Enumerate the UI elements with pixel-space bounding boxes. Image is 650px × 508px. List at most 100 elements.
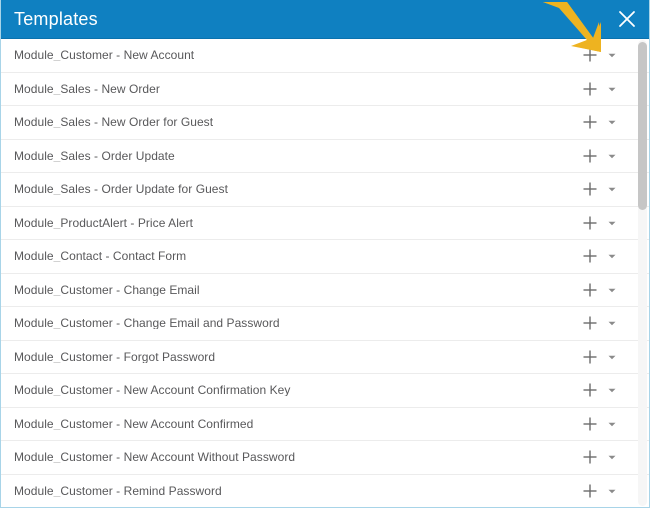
- add-button-row-11[interactable]: [579, 379, 601, 401]
- template-list-row-11[interactable]: Module_Customer - New Account Confirmati…: [1, 374, 649, 408]
- menu-button-row-8[interactable]: [601, 279, 623, 301]
- menu-button-row-14[interactable]: [601, 480, 623, 502]
- template-list-row-6[interactable]: Module_ProductAlert - Price Alert: [1, 206, 649, 240]
- menu-button-row-3[interactable]: [601, 111, 623, 133]
- menu-button-row-9[interactable]: [601, 312, 623, 334]
- row-actions: [579, 480, 623, 502]
- row-actions: [579, 145, 623, 167]
- plus-icon: [582, 81, 598, 97]
- chevron-down-icon: [607, 117, 617, 127]
- templates-dialog: Templates Module_Customer - New Account: [0, 0, 650, 508]
- plus-icon: [582, 483, 598, 499]
- template-list-row-5[interactable]: Module_Sales - Order Update for Guest: [1, 173, 649, 207]
- chevron-down-icon: [607, 285, 617, 295]
- template-name-label: Module_Customer - Change Email: [14, 283, 200, 296]
- plus-icon: [582, 315, 598, 331]
- add-button-row-4[interactable]: [579, 145, 601, 167]
- template-name-label: Module_Customer - New Account Confirmati…: [14, 384, 291, 397]
- plus-icon: [582, 148, 598, 164]
- template-name-label: Module_Sales - New Order: [14, 82, 160, 95]
- template-list-row-9[interactable]: Module_Customer - Change Email and Passw…: [1, 307, 649, 341]
- chevron-down-icon: [607, 486, 617, 496]
- plus-icon: [582, 47, 598, 63]
- plus-icon: [582, 449, 598, 465]
- template-list-row-2[interactable]: Module_Sales - New Order: [1, 72, 649, 106]
- plus-icon: [582, 114, 598, 130]
- template-name-label: Module_Sales - New Order for Guest: [14, 116, 214, 129]
- row-actions: [579, 178, 623, 200]
- chevron-down-icon: [607, 385, 617, 395]
- template-name-label: Module_Customer - New Account Without Pa…: [14, 451, 296, 464]
- chevron-down-icon: [607, 184, 617, 194]
- chevron-down-icon: [607, 251, 617, 261]
- menu-button-row-13[interactable]: [601, 446, 623, 468]
- add-button-row-6[interactable]: [579, 212, 601, 234]
- add-button-row-12[interactable]: [579, 413, 601, 435]
- template-list-row-4[interactable]: Module_Sales - Order Update: [1, 139, 649, 173]
- plus-icon: [582, 382, 598, 398]
- chevron-down-icon: [607, 151, 617, 161]
- add-button-row-5[interactable]: [579, 178, 601, 200]
- menu-button-row-5[interactable]: [601, 178, 623, 200]
- list-scrollbar-track[interactable]: [638, 40, 647, 506]
- add-button-row-2[interactable]: [579, 78, 601, 100]
- chevron-down-icon: [607, 318, 617, 328]
- add-button-row-14[interactable]: [579, 480, 601, 502]
- row-actions: [579, 279, 623, 301]
- menu-button-row-2[interactable]: [601, 78, 623, 100]
- template-list-row-8[interactable]: Module_Customer - Change Email: [1, 273, 649, 307]
- row-actions: [579, 78, 623, 100]
- row-actions: [579, 446, 623, 468]
- row-actions: [579, 44, 623, 66]
- template-name-label: Module_Sales - Order Update: [14, 149, 175, 162]
- template-list[interactable]: Module_Customer - New Account Module_Sal…: [1, 39, 649, 507]
- template-list-row-3[interactable]: Module_Sales - New Order for Guest: [1, 106, 649, 140]
- template-name-label: Module_Customer - Forgot Password: [14, 350, 216, 363]
- template-name-label: Module_Customer - Remind Password: [14, 484, 222, 497]
- row-actions: [579, 111, 623, 133]
- template-list-row-13[interactable]: Module_Customer - New Account Without Pa…: [1, 441, 649, 475]
- chevron-down-icon: [607, 50, 617, 60]
- template-name-label: Module_Customer - New Account: [14, 49, 195, 62]
- template-list-row-1[interactable]: Module_Customer - New Account: [1, 39, 649, 73]
- template-name-label: Module_ProductAlert - Price Alert: [14, 216, 194, 229]
- chevron-down-icon: [607, 218, 617, 228]
- template-list-row-7[interactable]: Module_Contact - Contact Form: [1, 240, 649, 274]
- add-button-row-3[interactable]: [579, 111, 601, 133]
- template-name-label: Module_Customer - Change Email and Passw…: [14, 317, 280, 330]
- menu-button-row-12[interactable]: [601, 413, 623, 435]
- template-list-row-10[interactable]: Module_Customer - Forgot Password: [1, 340, 649, 374]
- add-button-row-10[interactable]: [579, 346, 601, 368]
- chevron-down-icon: [607, 84, 617, 94]
- template-list-row-14[interactable]: Module_Customer - Remind Password: [1, 474, 649, 507]
- template-name-label: Module_Sales - Order Update for Guest: [14, 183, 228, 196]
- add-button-row-7[interactable]: [579, 245, 601, 267]
- row-actions: [579, 346, 623, 368]
- close-button[interactable]: [608, 0, 646, 38]
- chevron-down-icon: [607, 352, 617, 362]
- row-actions: [579, 379, 623, 401]
- list-scrollbar-thumb[interactable]: [638, 42, 647, 210]
- plus-icon: [582, 416, 598, 432]
- menu-button-row-4[interactable]: [601, 145, 623, 167]
- row-actions: [579, 212, 623, 234]
- menu-button-row-11[interactable]: [601, 379, 623, 401]
- add-button-row-13[interactable]: [579, 446, 601, 468]
- dialog-header: Templates: [1, 0, 649, 39]
- row-actions: [579, 413, 623, 435]
- add-button-row-9[interactable]: [579, 312, 601, 334]
- menu-button-row-6[interactable]: [601, 212, 623, 234]
- row-actions: [579, 312, 623, 334]
- add-button-row-8[interactable]: [579, 279, 601, 301]
- chevron-down-icon: [607, 452, 617, 462]
- add-button-row-1[interactable]: [579, 44, 601, 66]
- plus-icon: [582, 248, 598, 264]
- template-name-label: Module_Contact - Contact Form: [14, 250, 187, 263]
- plus-icon: [582, 181, 598, 197]
- menu-button-row-1[interactable]: [601, 44, 623, 66]
- menu-button-row-10[interactable]: [601, 346, 623, 368]
- template-list-row-12[interactable]: Module_Customer - New Account Confirmed: [1, 407, 649, 441]
- close-icon: [617, 9, 637, 29]
- menu-button-row-7[interactable]: [601, 245, 623, 267]
- page-title: Templates: [14, 9, 98, 29]
